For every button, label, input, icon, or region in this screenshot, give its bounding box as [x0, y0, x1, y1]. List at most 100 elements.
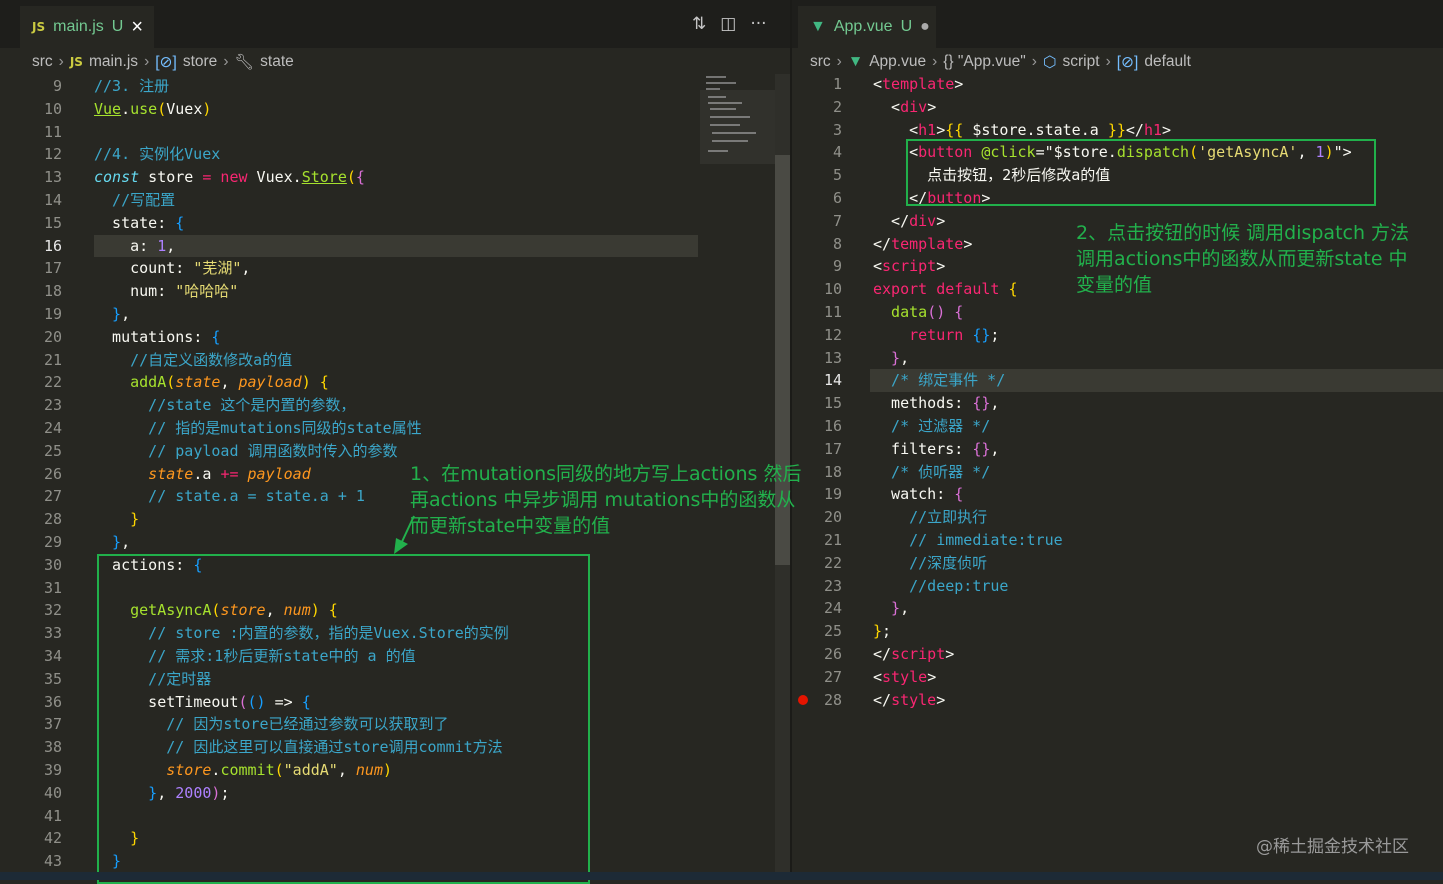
breadcrumb-default[interactable]: default [1144, 53, 1191, 71]
code-line[interactable]: //深度侦听 [873, 552, 987, 575]
close-icon[interactable]: × [131, 16, 143, 39]
line-number[interactable]: 26 [802, 643, 842, 666]
code-line[interactable]: // payload 调用函数时传入的参数 [94, 440, 397, 463]
code-line[interactable]: //自定义函数修改a的值 [94, 349, 292, 372]
code-line[interactable]: // 指的是mutations同级的state属性 [94, 417, 422, 440]
line-number[interactable]: 10 [802, 278, 842, 301]
line-number[interactable]: 40 [22, 782, 62, 805]
code-line[interactable]: export default { [873, 278, 1018, 301]
line-number[interactable]: 14 [802, 369, 842, 392]
compare-changes-icon[interactable]: ⇅ [692, 14, 706, 34]
line-number[interactable]: 14 [22, 189, 62, 212]
line-number[interactable]: 22 [802, 552, 842, 575]
code-line[interactable]: //deep:true [873, 575, 1008, 598]
code-line[interactable]: const store = new Vuex.Store({ [94, 166, 365, 189]
line-number[interactable]: 23 [802, 575, 842, 598]
line-number[interactable]: 24 [22, 417, 62, 440]
line-number[interactable]: 15 [802, 392, 842, 415]
line-number[interactable]: 21 [22, 349, 62, 372]
minimap[interactable] [700, 74, 775, 164]
line-number[interactable]: 36 [22, 691, 62, 714]
line-number[interactable]: 28 [802, 689, 842, 712]
breakpoint-icon[interactable] [798, 695, 808, 705]
code-line[interactable]: }, [94, 303, 130, 326]
code-line[interactable]: //4. 实例化Vuex [94, 143, 220, 166]
code-line[interactable]: state.a += payload [94, 463, 311, 486]
code-line[interactable]: num: "哈哈哈" [94, 280, 238, 303]
breadcrumb-file[interactable]: main.js [89, 53, 138, 71]
breadcrumb-file[interactable]: App.vue [869, 53, 926, 71]
line-number[interactable]: 15 [22, 212, 62, 235]
code-line[interactable]: //state 这个是内置的参数， [94, 394, 355, 417]
line-number[interactable]: 3 [802, 119, 842, 142]
code-line[interactable]: return {}; [873, 324, 999, 347]
code-line[interactable]: <script> [873, 255, 945, 278]
line-number[interactable]: 20 [22, 326, 62, 349]
code-line[interactable]: //立即执行 [873, 506, 987, 529]
code-line[interactable]: </template> [873, 233, 972, 256]
code-line[interactable]: } [94, 508, 139, 531]
line-number[interactable]: 8 [802, 233, 842, 256]
line-number[interactable]: 27 [802, 666, 842, 689]
line-number[interactable]: 17 [802, 438, 842, 461]
line-number[interactable]: 6 [802, 187, 842, 210]
code-line[interactable]: addA(state, payload) { [94, 371, 329, 394]
code-line[interactable]: // state.a = state.a + 1 [94, 485, 365, 508]
line-number[interactable]: 1 [802, 73, 842, 96]
line-number[interactable]: 35 [22, 668, 62, 691]
breadcrumb-state[interactable]: state [260, 53, 294, 71]
line-number[interactable]: 24 [802, 597, 842, 620]
line-number[interactable]: 4 [802, 141, 842, 164]
code-line[interactable]: <h1>{{ $store.state.a }}</h1> [873, 119, 1171, 142]
code-line[interactable]: /* 侦听器 */ [873, 461, 990, 484]
line-number[interactable]: 10 [22, 98, 62, 121]
code-line[interactable]: </style> [873, 689, 945, 712]
line-number[interactable]: 25 [22, 440, 62, 463]
code-line[interactable]: filters: {}, [873, 438, 999, 461]
code-line[interactable]: methods: {}, [873, 392, 999, 415]
breadcrumb-store[interactable]: store [183, 53, 217, 71]
line-number[interactable]: 19 [22, 303, 62, 326]
code-line[interactable]: watch: { [873, 483, 963, 506]
code-line[interactable]: count: "芜湖", [94, 257, 250, 280]
line-number[interactable]: 13 [22, 166, 62, 189]
line-number[interactable]: 16 [802, 415, 842, 438]
tab-main-js[interactable]: JS main.js U × [20, 6, 154, 48]
line-number[interactable]: 18 [22, 280, 62, 303]
line-number[interactable]: 28 [22, 508, 62, 531]
line-number[interactable]: 34 [22, 645, 62, 668]
code-line[interactable]: }; [873, 620, 891, 643]
line-number[interactable]: 26 [22, 463, 62, 486]
line-number[interactable]: 29 [22, 531, 62, 554]
line-number[interactable]: 22 [22, 371, 62, 394]
breadcrumb-src[interactable]: src [32, 53, 53, 71]
line-number[interactable]: 23 [22, 394, 62, 417]
tab-app-vue[interactable]: ▼ App.vue U ● [798, 6, 936, 48]
code-line[interactable]: //写配置 [94, 189, 175, 212]
line-number[interactable]: 13 [802, 347, 842, 370]
line-number[interactable]: 17 [22, 257, 62, 280]
code-line[interactable]: mutations: { [94, 326, 220, 349]
breadcrumb-src[interactable]: src [810, 53, 831, 71]
line-number[interactable]: 33 [22, 622, 62, 645]
code-line[interactable]: state: { [94, 212, 184, 235]
line-number[interactable]: 42 [22, 827, 62, 850]
code-line[interactable]: </script> [873, 643, 954, 666]
breadcrumb-sfc[interactable]: {} "App.vue" [943, 53, 1026, 71]
line-number[interactable]: 11 [802, 301, 842, 324]
line-number[interactable]: 12 [802, 324, 842, 347]
code-line[interactable]: </div> [873, 210, 945, 233]
line-number[interactable]: 39 [22, 759, 62, 782]
line-number[interactable]: 30 [22, 554, 62, 577]
line-number[interactable]: 31 [22, 577, 62, 600]
line-number[interactable]: 25 [802, 620, 842, 643]
code-line[interactable]: // immediate:true [873, 529, 1063, 552]
code-line[interactable]: <div> [873, 96, 936, 119]
line-number[interactable]: 9 [802, 255, 842, 278]
code-line[interactable]: }, [873, 597, 909, 620]
code-line[interactable]: <style> [873, 666, 936, 689]
code-line[interactable]: //3. 注册 [94, 75, 169, 98]
code-line[interactable]: /* 过滤器 */ [873, 415, 990, 438]
split-editor-icon[interactable]: ◫ [720, 14, 736, 34]
line-number[interactable]: 9 [22, 75, 62, 98]
